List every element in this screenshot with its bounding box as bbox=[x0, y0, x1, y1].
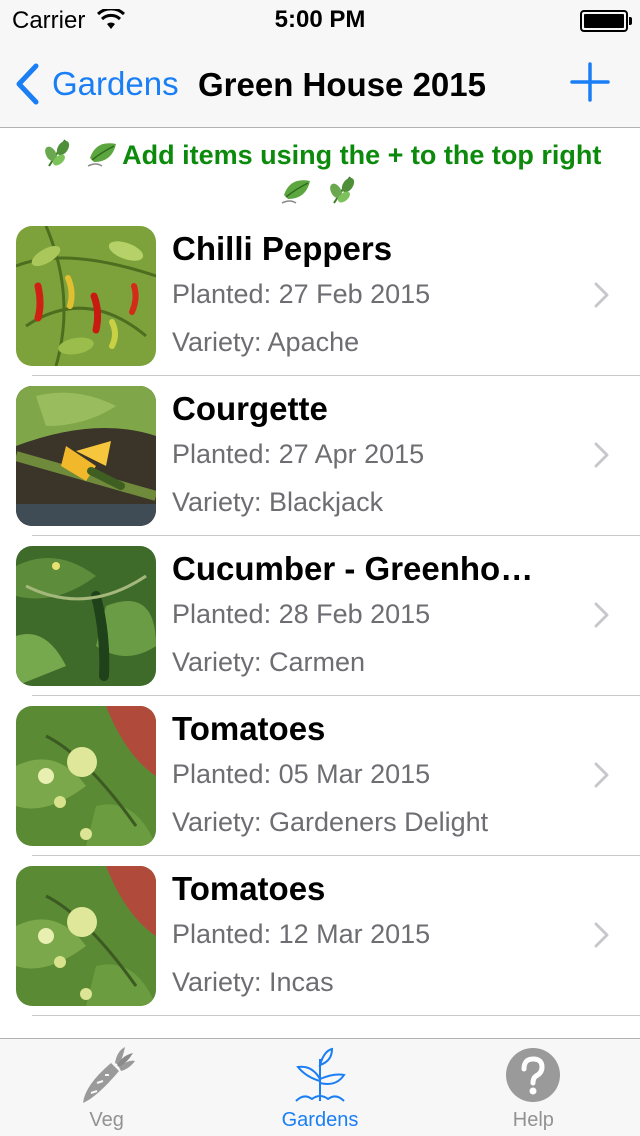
plant-name: Tomatoes bbox=[172, 710, 326, 747]
chilli-peppers-photo bbox=[16, 226, 156, 366]
status-bar: Carrier 5:00 PM bbox=[0, 0, 640, 40]
tab-label: Veg bbox=[89, 1109, 124, 1131]
cucumber-photo bbox=[16, 546, 156, 686]
chevron-right-icon bbox=[594, 602, 609, 628]
chevron-right-icon bbox=[594, 442, 609, 468]
help-icon bbox=[506, 1048, 561, 1102]
leaf-wind-icon bbox=[87, 143, 117, 167]
variety-label: Variety: Carmen bbox=[172, 647, 366, 677]
tab-bar: Veg Gardens Help bbox=[0, 1038, 640, 1136]
planted-date: Planted: 12 Mar 2015 bbox=[172, 919, 431, 949]
plant-name: Courgette bbox=[172, 390, 328, 427]
list-item[interactable]: Courgette Planted: 27 Apr 2015 Variety: … bbox=[0, 376, 640, 536]
planted-date: Planted: 28 Feb 2015 bbox=[172, 599, 431, 629]
seedling-icon bbox=[295, 1047, 346, 1102]
add-items-hint: Add items using the + to the top right bbox=[8, 136, 632, 210]
planted-date: Planted: 27 Feb 2015 bbox=[172, 279, 431, 309]
variety-label: Variety: Gardeners Delight bbox=[172, 807, 489, 837]
tab-veg[interactable]: Veg bbox=[0, 1039, 213, 1136]
list-item[interactable]: Chilli Peppers Planted: 27 Feb 2015 Vari… bbox=[0, 216, 640, 376]
tab-label: Help bbox=[512, 1109, 554, 1131]
herb-icon bbox=[44, 139, 69, 167]
variety-label: Variety: Incas bbox=[172, 967, 334, 997]
tomatoes-photo bbox=[16, 706, 156, 846]
tab-help[interactable]: Help bbox=[427, 1039, 640, 1136]
plant-name: Chilli Peppers bbox=[172, 230, 393, 267]
plant-list: Chilli Peppers Planted: 27 Feb 2015 Vari… bbox=[0, 216, 640, 1016]
back-button[interactable]: Gardens bbox=[14, 62, 179, 106]
list-item[interactable]: Tomatoes Planted: 05 Mar 2015 Variety: G… bbox=[0, 696, 640, 856]
back-button-label: Gardens bbox=[52, 65, 179, 102]
chevron-right-icon bbox=[594, 922, 609, 948]
plus-icon[interactable] bbox=[570, 62, 610, 102]
courgette-photo bbox=[16, 386, 156, 526]
list-item[interactable]: Tomatoes Planted: 12 Mar 2015 Variety: I… bbox=[0, 856, 640, 1016]
page-title: Green House 2015 bbox=[198, 66, 486, 103]
variety-label: Variety: Blackjack bbox=[172, 487, 384, 517]
tab-label: Gardens bbox=[281, 1109, 359, 1131]
herb-icon bbox=[329, 176, 354, 204]
variety-label: Variety: Apache bbox=[172, 327, 360, 357]
plant-name: Cucumber - Greenho… bbox=[172, 550, 534, 587]
chevron-right-icon bbox=[594, 282, 609, 308]
planted-date: Planted: 05 Mar 2015 bbox=[172, 759, 431, 789]
list-item[interactable]: Cucumber - Greenho… Planted: 28 Feb 2015… bbox=[0, 536, 640, 696]
plant-name: Tomatoes bbox=[172, 870, 326, 907]
tomatoes-photo bbox=[16, 866, 156, 1006]
chevron-left-icon bbox=[16, 63, 39, 105]
row-separator bbox=[32, 1015, 640, 1016]
planted-date: Planted: 27 Apr 2015 bbox=[172, 439, 425, 469]
chevron-right-icon bbox=[594, 762, 609, 788]
tab-gardens[interactable]: Gardens bbox=[213, 1039, 426, 1136]
battery-icon bbox=[580, 10, 632, 32]
leaf-wind-icon bbox=[281, 180, 311, 204]
navigation-bar: Gardens Green House 2015 bbox=[0, 40, 640, 128]
hint-text: Add items using the + to the top right bbox=[122, 140, 602, 170]
status-time: 5:00 PM bbox=[274, 6, 366, 33]
carrot-icon bbox=[82, 1047, 135, 1103]
